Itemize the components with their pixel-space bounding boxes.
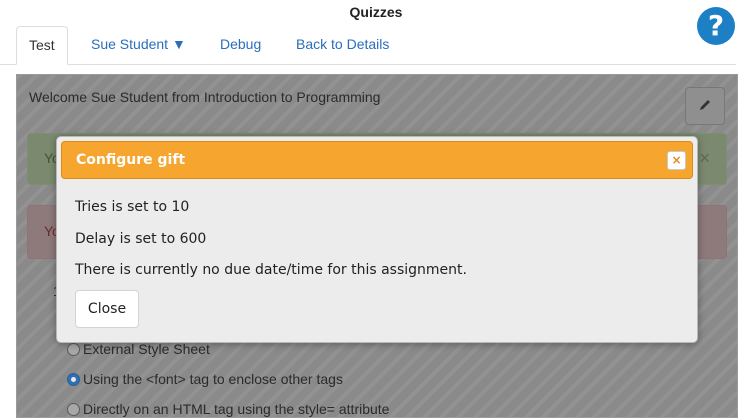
- tab-bar: Test Sue Student ▼ Debug Back to Details: [0, 26, 736, 65]
- answer-option[interactable]: External Style Sheet: [67, 341, 210, 357]
- answer-option[interactable]: Directly on an HTML tag using the style=…: [67, 401, 389, 417]
- due-date-text: There is currently no due date/time for …: [75, 262, 467, 278]
- tries-text: Tries is set to 10: [75, 199, 190, 215]
- alert-close-icon[interactable]: ×: [699, 148, 710, 169]
- welcome-text: Welcome Sue Student from Introduction to…: [29, 89, 381, 105]
- tab-back-to-details[interactable]: Back to Details: [296, 26, 389, 63]
- tab-debug[interactable]: Debug: [220, 26, 261, 63]
- radio-button-checked[interactable]: [67, 373, 80, 386]
- radio-button[interactable]: [67, 403, 80, 416]
- radio-button[interactable]: [67, 343, 80, 356]
- configure-dialog: Configure gift × Tries is set to 10 Dela…: [56, 136, 698, 343]
- edit-button[interactable]: [685, 87, 725, 125]
- tab-sue-student-dropdown[interactable]: Sue Student ▼: [91, 26, 186, 63]
- dialog-header: Configure gift ×: [61, 141, 693, 179]
- answer-option-label: Directly on an HTML tag using the style=…: [83, 401, 390, 417]
- close-button[interactable]: Close: [75, 290, 139, 328]
- app-title: Quizzes: [349, 4, 403, 20]
- answer-option-label: External Style Sheet: [83, 341, 210, 357]
- delay-text: Delay is set to 600: [75, 231, 207, 247]
- pencil-icon: [700, 100, 710, 110]
- dialog-title: Configure gift: [76, 152, 186, 168]
- answer-option-label: Using the <font> tag to enclose other ta…: [83, 371, 343, 387]
- close-icon[interactable]: ×: [667, 151, 686, 170]
- tab-test[interactable]: Test: [16, 26, 68, 65]
- answer-option[interactable]: Using the <font> tag to enclose other ta…: [67, 371, 343, 387]
